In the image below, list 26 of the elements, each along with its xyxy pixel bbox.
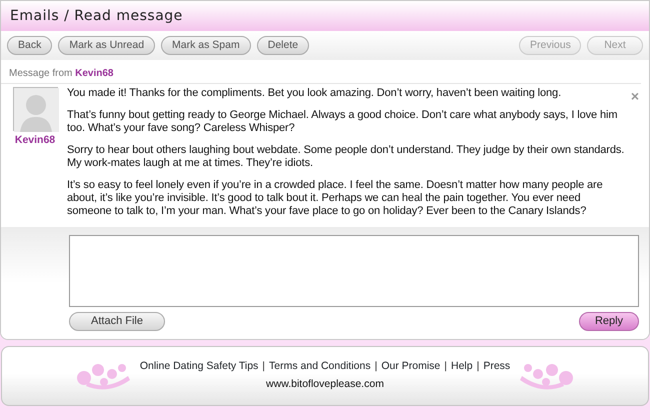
footer-link[interactable]: Our Promise (381, 359, 440, 375)
message-paragraph: That’s funny bout getting ready to George Michael. Always a good choice. Don’t care what anybody says, I love him too. What’s your fave song? Careless Whisper? (67, 109, 618, 135)
toolbar-button[interactable]: Mark as Spam (161, 36, 251, 55)
sender-link[interactable]: Kevin68 (75, 68, 114, 79)
footer-link[interactable]: Online Dating Safety Tips (140, 359, 258, 375)
footer-link[interactable]: Help (451, 359, 473, 375)
avatar-name[interactable]: Kevin68 (14, 133, 56, 149)
reply-button[interactable]: Reply (579, 312, 639, 331)
from-label: Message from (9, 68, 74, 79)
message-paragraph: Sorry to hear bout others laughing bout webdate. Some people don’t understand. They judge by their own standards. My work-mates laugh at me at times. They’re idiots. (67, 144, 625, 170)
avatar-icon (12, 87, 58, 131)
footer-link[interactable]: Terms and Conditions (269, 359, 371, 375)
window-title: Emails / Read message (1, 1, 649, 31)
footer-link[interactable]: Press (483, 359, 510, 375)
toolbar-button[interactable]: Mark as Unread (58, 36, 156, 55)
separator: | (374, 359, 378, 374)
message-paragraph: It’s so easy to feel lonely even if you’re in a crowded place. I feel the same. Doesn’t matter how many people are about, it’s like you’re invisible. It’s good to talk bout it. Perhaps we can heal the pain together. You ever need someone to talk to, I’m your man. What’s your fave place to go on holiday? Ever been to the Canary Islands? (67, 179, 604, 218)
toolbar-button[interactable]: Back (7, 36, 52, 55)
reply-field[interactable] (69, 235, 639, 307)
toolbar-button[interactable]: Delete (256, 36, 310, 55)
attach-file-button[interactable]: Attach File (69, 312, 165, 331)
message-paragraph: You made it! Thanks for the compliments. Bet you look amazing. Don’t worry, haven’t been waiting long. (67, 87, 562, 100)
site-address: www.bitofloveplease.com (266, 377, 384, 392)
separator: | (476, 359, 480, 374)
separator: | (262, 359, 266, 374)
separator: | (444, 359, 447, 374)
